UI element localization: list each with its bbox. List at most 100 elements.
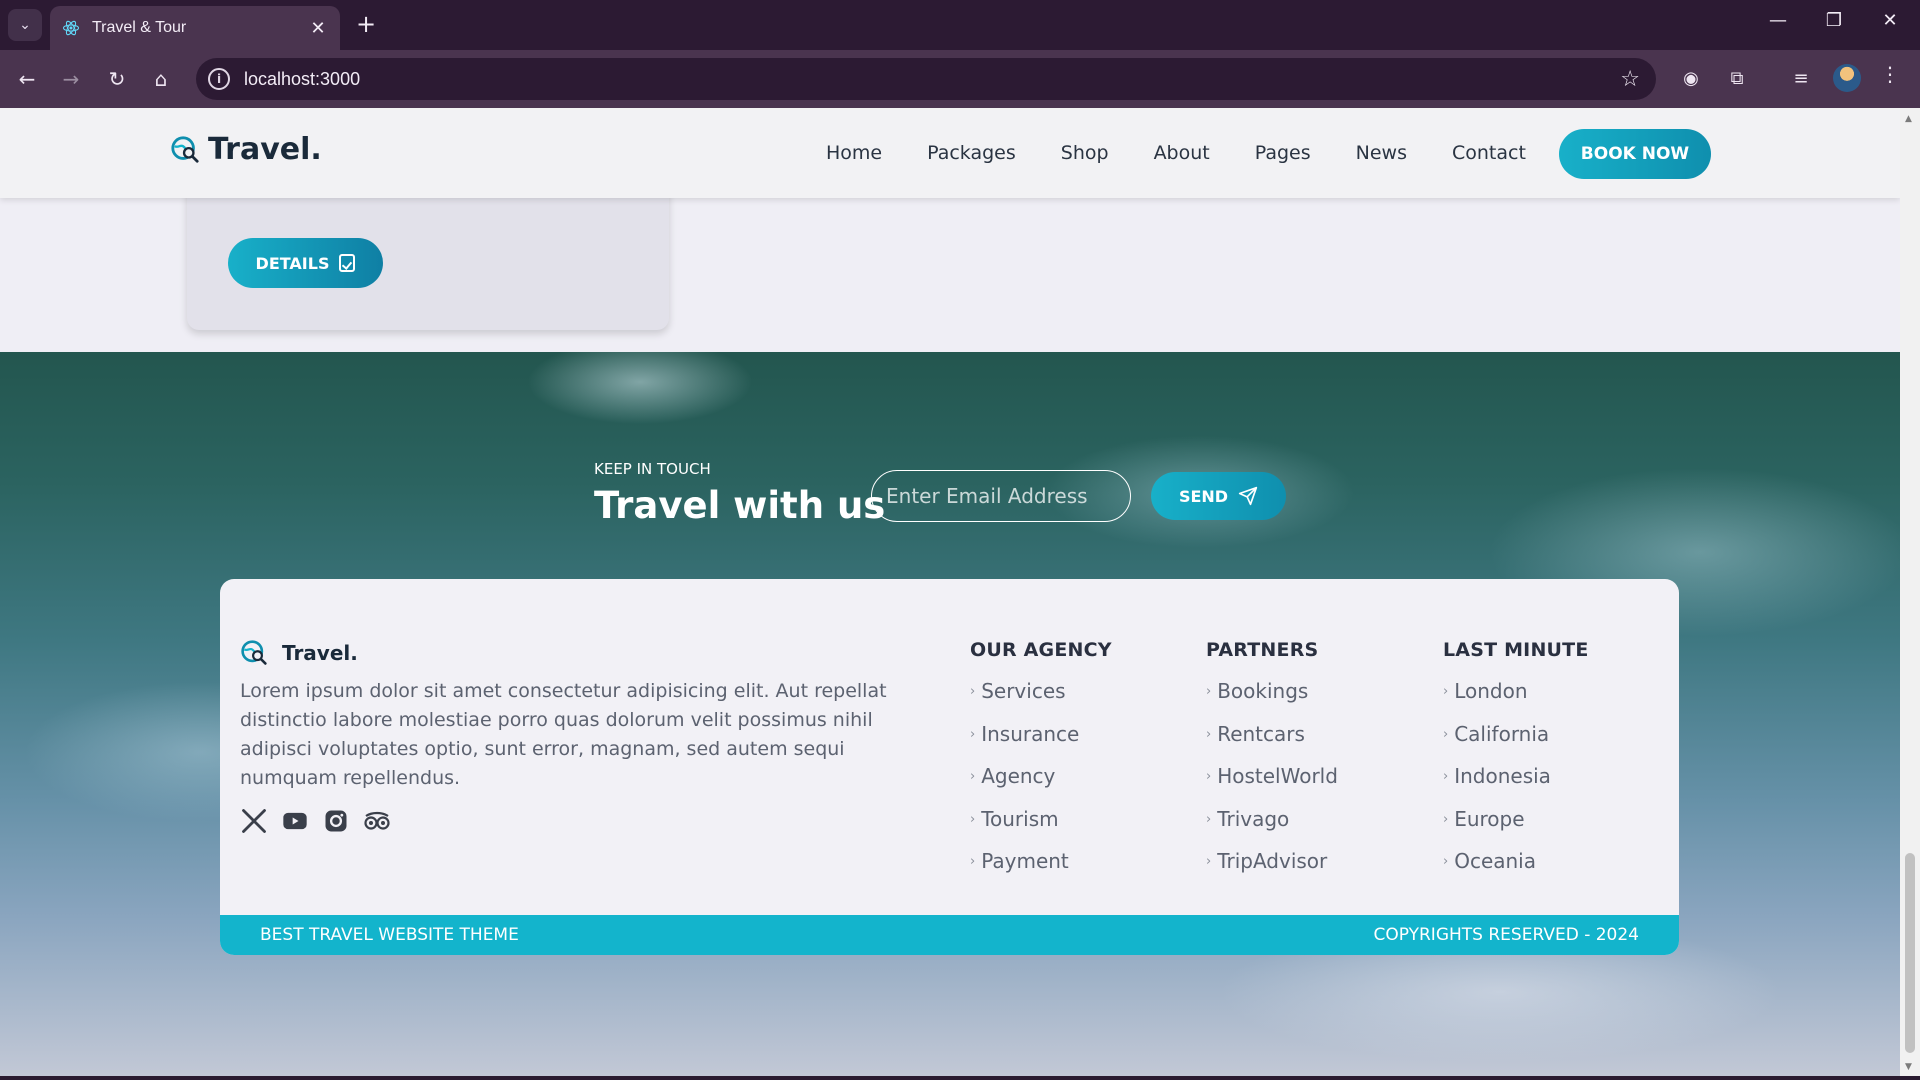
chevron-right-icon: › — [1206, 726, 1212, 742]
footer-link[interactable]: › London — [1443, 679, 1589, 722]
tab-search-button[interactable]: ⌄ — [8, 9, 42, 41]
profile-avatar[interactable] — [1833, 64, 1861, 92]
address-bar[interactable]: i localhost:3000 ☆ — [196, 58, 1656, 100]
chevron-right-icon: › — [1443, 769, 1449, 784]
send-label: SEND — [1178, 486, 1229, 506]
footer-link[interactable]: › HostelWorld — [1206, 764, 1338, 807]
site-logo[interactable]: Travel. — [170, 132, 322, 167]
minimize-icon[interactable]: — — [1758, 10, 1798, 31]
footer-link[interactable]: › Tourism — [970, 807, 1112, 850]
footer-logo-text: Travel. — [282, 641, 358, 665]
footer-card: Travel. Lorem ipsum dolor sit amet conse… — [220, 579, 1679, 955]
tab-close-icon[interactable]: ✕ — [308, 18, 328, 39]
nav-shop[interactable]: Shop — [1061, 142, 1109, 164]
chevron-right-icon: › — [970, 684, 976, 699]
chevron-right-icon: › — [1206, 811, 1212, 827]
chevron-right-icon: › — [970, 811, 976, 827]
scroll-up-icon[interactable]: ▲ — [1905, 114, 1912, 124]
extension-icon[interactable]: ◉ — [1676, 64, 1706, 94]
footer-link[interactable]: › Insurance — [970, 722, 1112, 765]
footer-link[interactable]: › Trivago — [1206, 807, 1338, 850]
footer-link[interactable]: › Europe — [1443, 807, 1589, 850]
footer-link[interactable]: › Bookings — [1206, 679, 1338, 722]
social-links — [240, 807, 404, 835]
footer-logo[interactable]: Travel. — [240, 639, 358, 667]
logo-text: Travel. — [208, 132, 322, 167]
chevron-right-icon: › — [1206, 769, 1212, 784]
nav-pages[interactable]: Pages — [1255, 142, 1311, 164]
chevron-right-icon: › — [970, 726, 976, 742]
column-title: OUR AGENCY — [970, 639, 1112, 661]
restore-icon[interactable]: ❐ — [1814, 10, 1854, 31]
footer-link[interactable]: › Agency — [970, 764, 1112, 807]
nav-contact[interactable]: Contact — [1452, 142, 1526, 164]
footer-link[interactable]: › Services — [970, 679, 1112, 722]
browser-tab[interactable]: Travel & Tour ✕ — [50, 6, 340, 50]
react-icon — [62, 20, 80, 36]
newsletter-eyebrow: KEEP IN TOUCH — [594, 460, 711, 478]
globe-search-icon — [241, 640, 267, 665]
bookmark-star-icon[interactable]: ☆ — [1620, 67, 1640, 92]
email-input[interactable] — [871, 470, 1131, 522]
chevron-right-icon: › — [1443, 726, 1449, 742]
back-icon[interactable]: ← — [12, 64, 42, 94]
puzzle-icon[interactable]: ⧉ — [1722, 64, 1752, 94]
page-viewport: DETAILS KEEP IN TOUCH Travel with us SEN… — [0, 108, 1900, 1076]
copyright-text: COPYRIGHTS RESERVED - 2024 — [1373, 925, 1639, 945]
new-tab-button[interactable]: + — [352, 10, 380, 38]
more-menu-icon[interactable]: ⋮ — [1880, 62, 1900, 86]
footer-link[interactable]: › TripAdvisor — [1206, 849, 1338, 892]
site-info-icon[interactable]: i — [208, 68, 230, 90]
chevron-right-icon: › — [970, 769, 976, 784]
scrollbar-thumb[interactable] — [1905, 853, 1915, 1053]
nav-about[interactable]: About — [1154, 142, 1210, 164]
media-control-icon[interactable]: ≡ — [1786, 64, 1816, 94]
tripadvisor-icon[interactable] — [363, 807, 391, 835]
forward-icon[interactable]: → — [56, 64, 86, 94]
footer-bottom-bar: BEST TRAVEL WEBSITE THEME COPYRIGHTS RES… — [220, 915, 1679, 955]
clipboard-check-icon — [339, 254, 356, 272]
browser-tab-bar: ⌄ Travel & Tour ✕ + — ❐ ✕ — [0, 0, 1920, 50]
url-text[interactable]: localhost:3000 — [244, 69, 1620, 90]
footer-link[interactable]: › Oceania — [1443, 849, 1589, 892]
chevron-right-icon: › — [1443, 854, 1449, 869]
reload-icon[interactable]: ↻ — [102, 64, 132, 94]
details-label: DETAILS — [255, 253, 330, 273]
paper-plane-icon — [1238, 486, 1258, 506]
tab-title: Travel & Tour — [92, 19, 187, 36]
instagram-icon[interactable] — [322, 807, 350, 835]
details-button[interactable]: DETAILS — [228, 238, 383, 288]
browser-toolbar: ← → ↻ ⌂ i localhost:3000 ☆ ◉ ⧉ ≡ — [0, 50, 1920, 108]
nav-news[interactable]: News — [1356, 142, 1407, 164]
chevron-right-icon: › — [970, 854, 976, 869]
globe-search-icon — [171, 135, 199, 163]
page-scrollbar[interactable]: ▲ ▼ — [1900, 108, 1920, 1076]
nav-packages[interactable]: Packages — [927, 142, 1016, 164]
footer-link[interactable]: › Rentcars — [1206, 722, 1338, 765]
main-nav: Home Packages Shop About Pages News Cont… — [826, 108, 1571, 198]
home-icon[interactable]: ⌂ — [146, 64, 176, 94]
footer-link[interactable]: › Payment — [970, 849, 1112, 892]
book-now-button[interactable]: BOOK NOW — [1559, 129, 1711, 179]
footer-description: Lorem ipsum dolor sit amet consectetur a… — [240, 680, 887, 789]
footer-link[interactable]: › Indonesia — [1443, 764, 1589, 807]
footer-tagline: BEST TRAVEL WEBSITE THEME — [260, 925, 519, 945]
column-title: PARTNERS — [1206, 639, 1319, 661]
chevron-right-icon: › — [1206, 854, 1212, 869]
chevron-right-icon: › — [1206, 684, 1212, 699]
nav-home[interactable]: Home — [826, 142, 882, 164]
youtube-icon[interactable] — [281, 807, 309, 835]
chevron-right-icon: › — [1443, 684, 1449, 699]
column-title: LAST MINUTE — [1443, 639, 1589, 661]
footer-column-last-minute: LAST MINUTE › London › California › Indones… — [1443, 639, 1589, 892]
newsletter-title: Travel with us — [594, 484, 886, 527]
chevron-right-icon: › — [1443, 811, 1449, 827]
footer-column-agency: OUR AGENCY › Services › Insurance › Agency … — [970, 639, 1112, 892]
site-header: Travel. Home Packages Shop About Pages N… — [0, 108, 1900, 198]
scroll-down-icon[interactable]: ▼ — [1905, 1062, 1912, 1072]
footer-column-partners: PARTNERS › Bookings › Rentcars › HostelWorl… — [1206, 639, 1338, 892]
close-window-icon[interactable]: ✕ — [1870, 10, 1910, 31]
send-button[interactable]: SEND — [1151, 472, 1286, 520]
footer-link[interactable]: › California — [1443, 722, 1589, 765]
x-icon[interactable] — [240, 807, 268, 835]
